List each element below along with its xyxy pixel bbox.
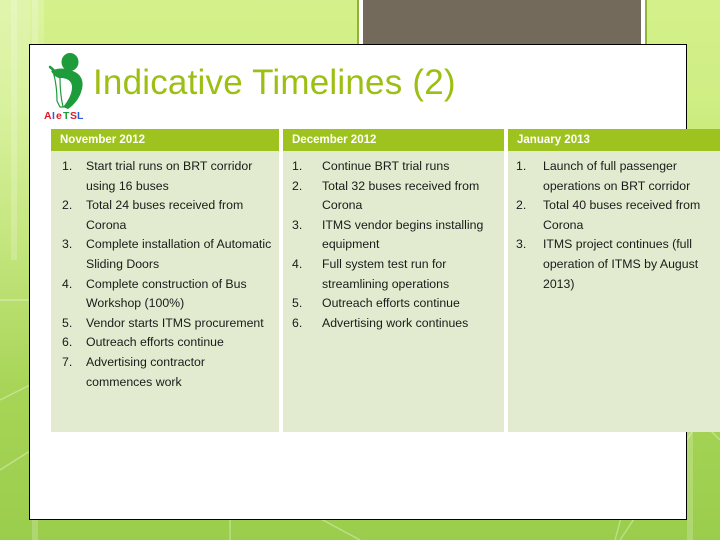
- list-item-number: 4.: [62, 276, 73, 291]
- list-item: 4. Complete construction of Bus Workshop …: [56, 275, 274, 314]
- list-item-label: Complete installation of Automatic Slidi…: [86, 237, 272, 271]
- column-header-december: December 2012: [283, 129, 504, 151]
- list-item: 6. Advertising work continues: [288, 314, 499, 334]
- list-item-number: 1.: [516, 159, 527, 173]
- list-item-number: 2.: [62, 198, 73, 213]
- list-item: 3. ITMS vendor begins installing equipmen…: [288, 216, 499, 255]
- list-item-label: Total 32 buses received from Corona: [322, 178, 480, 213]
- list-item-label: Complete construction of Bus Workshop (1…: [86, 276, 247, 311]
- list-item: 1. Continue BRT trial runs: [288, 157, 499, 177]
- list-item-label: ITMS project continues (full operation o…: [543, 237, 699, 291]
- list-item-label: Advertising contractor commences work: [86, 354, 205, 389]
- list-item-label: Total 24 buses received from Corona: [86, 198, 244, 232]
- list-item-number: 6.: [292, 315, 303, 330]
- list-december: 1. Continue BRT trial runs 2. Total 32 bus…: [288, 157, 499, 333]
- cell-december: 1. Continue BRT trial runs 2. Total 32 bus…: [283, 151, 504, 432]
- svg-text:T: T: [63, 110, 70, 122]
- svg-text:S: S: [70, 110, 77, 122]
- svg-text:e: e: [56, 110, 62, 122]
- list-item: 3. Complete installation of Automatic Sli…: [56, 235, 274, 274]
- list-item-number: 1.: [292, 159, 303, 173]
- list-january: 1. Launch of full passenger operations on…: [513, 157, 720, 294]
- list-item-number: 2.: [516, 198, 527, 213]
- list-item-number: 2.: [292, 178, 303, 193]
- column-header-january: January 2013: [508, 129, 720, 151]
- timeline-table: November 2012 December 2012 January 2013…: [47, 129, 720, 432]
- list-item: 5. Vendor starts ITMS procurement: [56, 314, 274, 334]
- svg-text:A: A: [44, 110, 52, 122]
- list-item-number: 6.: [62, 335, 73, 350]
- list-november: 1. Start trial runs on BRT corridor using…: [56, 157, 274, 392]
- svg-text:I: I: [52, 110, 55, 122]
- cell-january: 1. Launch of full passenger operations on…: [508, 151, 720, 432]
- list-item: 5. Outreach efforts continue: [288, 294, 499, 314]
- column-header-november: November 2012: [51, 129, 279, 151]
- list-item-number: 3.: [62, 237, 73, 252]
- list-item-number: 7.: [62, 354, 73, 369]
- list-item: 2. Total 32 buses received from Corona: [288, 177, 499, 216]
- list-item: 3. ITMS project continues (full operation…: [513, 235, 720, 294]
- slide: A I e T S L Indicative Timelines (2) Nov…: [0, 0, 720, 540]
- background-band-left: [0, 0, 30, 540]
- list-item-label: Launch of full passenger operations on B…: [543, 159, 691, 193]
- page-title: Indicative Timelines (2): [93, 63, 456, 102]
- list-item-label: Vendor starts ITMS procurement: [86, 315, 264, 330]
- list-item: 2. Total 24 buses received from Corona: [56, 196, 274, 235]
- list-item-label: Continue BRT trial runs: [322, 159, 450, 173]
- slide-content-card: A I e T S L Indicative Timelines (2) Nov…: [29, 44, 720, 520]
- list-item-number: 5.: [292, 296, 303, 311]
- list-item-number: 3.: [516, 237, 527, 252]
- list-item-number: 3.: [292, 217, 303, 232]
- list-item-number: 4.: [292, 256, 303, 271]
- picture-placeholder: [363, 0, 641, 46]
- list-item-label: Outreach efforts continue: [322, 296, 460, 311]
- list-item-label: Start trial runs on BRT corridor using 1…: [86, 159, 253, 193]
- list-item-label: Full system test run for streamlining op…: [322, 256, 450, 291]
- table-header-row: November 2012 December 2012 January 2013: [51, 129, 720, 151]
- aietsl-logo-icon: A I e T S L: [37, 51, 97, 123]
- list-item: 1. Start trial runs on BRT corridor using…: [56, 157, 274, 196]
- list-item-label: ITMS vendor begins installing equipment: [322, 217, 484, 252]
- list-item-number: 5.: [62, 315, 73, 330]
- svg-text:L: L: [77, 110, 84, 122]
- list-item-label: Outreach efforts continue: [86, 335, 224, 350]
- timeline-table-wrapper: November 2012 December 2012 January 2013…: [47, 129, 720, 432]
- list-item: 2. Total 40 buses received from Corona: [513, 196, 720, 235]
- table-row: 1. Start trial runs on BRT corridor using…: [51, 151, 720, 432]
- list-item: 4. Full system test run for streamlining …: [288, 255, 499, 294]
- list-item: 7. Advertising contractor commences work: [56, 353, 274, 392]
- list-item-label: Total 40 buses received from Corona: [543, 198, 701, 232]
- list-item: 1. Launch of full passenger operations on…: [513, 157, 720, 196]
- cell-november: 1. Start trial runs on BRT corridor using…: [51, 151, 279, 432]
- list-item: 6. Outreach efforts continue: [56, 333, 274, 353]
- list-item-label: Advertising work continues: [322, 315, 469, 330]
- list-item-number: 1.: [62, 159, 73, 173]
